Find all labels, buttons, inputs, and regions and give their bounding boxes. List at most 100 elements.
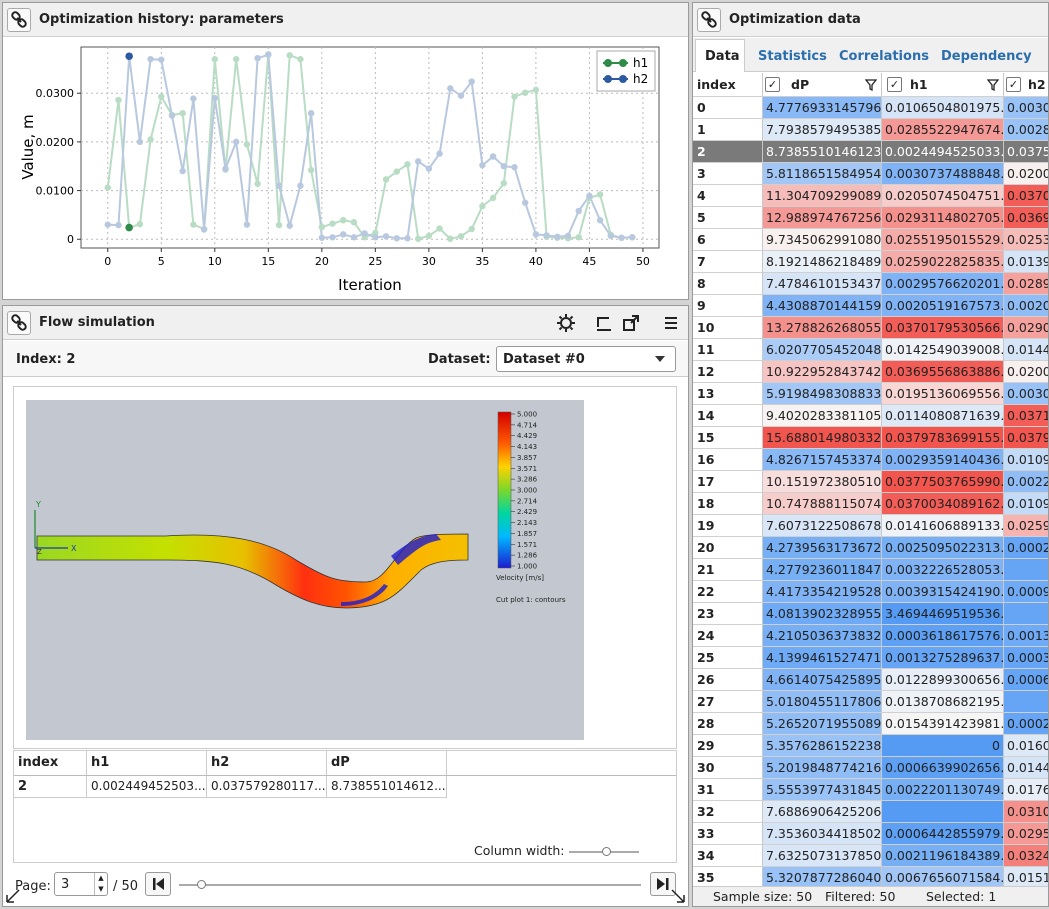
data-point-h1[interactable] [489,194,497,202]
grid-cell-dp[interactable]: 7.6886906425206... [763,801,882,823]
grid-cell-h1[interactable]: 0.0285522947674... [882,119,1004,141]
table-row[interactable]: 28 5.2652071955089... 0.0154391423981... 0.… [693,713,1048,735]
grid-cell-dp[interactable]: 10.922952843742... [763,361,882,383]
grid-cell-h2[interactable]: 0.03718 [1004,405,1048,427]
grid-cell-dp[interactable]: 5.0180455117806... [763,691,882,713]
grid-cell-i[interactable]: 2 [693,141,763,163]
grid-cell-i[interactable]: 12 [693,361,763,383]
grid-cell-i[interactable]: 9 [693,295,763,317]
table-row[interactable]: 17 10.151972380510... 0.0377503765990... 0.… [693,471,1048,493]
data-point-h2[interactable] [618,234,625,241]
grid-cell-h1[interactable]: 0.0370034089162... [882,493,1004,515]
grid-cell-i[interactable]: 1 [693,119,763,141]
table-header-dp[interactable]: dP [327,751,447,775]
data-point-h1[interactable] [340,217,347,224]
grid-cell-dp[interactable]: 5.2652071955089... [763,713,882,735]
grid-cell-h2[interactable]: 0.02909 [1004,317,1048,339]
grid-cell-i[interactable]: 13 [693,383,763,405]
data-point-h1[interactable] [414,235,422,242]
grid-cell-h2[interactable]: 0.01446 [1004,339,1048,361]
grid-cell-h1[interactable]: 0.0067656071584... [882,867,1004,888]
grid-cell-h1[interactable]: 0.0013275289637... [882,647,1004,669]
grid-cell-h2[interactable] [1004,559,1048,581]
grid-cell-dp[interactable]: 7.3536034418502... [763,823,882,845]
grid-cell-i[interactable]: 5 [693,207,763,229]
data-point-h1[interactable] [500,180,507,187]
data-point-h1[interactable] [190,221,197,228]
grid-cell-dp[interactable]: 4.7776933145796... [763,97,882,119]
data-point-h1[interactable] [211,55,218,63]
grid-cell-h2[interactable]: 0.02592 [1004,515,1048,537]
data-point-h2[interactable] [340,231,347,238]
link-button[interactable] [7,8,31,32]
grid-cell-h1[interactable]: 0.0205074504751... [882,185,1004,207]
grid-cell-h2[interactable]: 0.02538 [1004,229,1048,251]
grid-cell-dp[interactable]: 4.2779236011847... [763,559,882,581]
grid-cell-h1[interactable]: 0.0106504801975... [882,97,1004,119]
grid-cell-h2[interactable]: 0.03102 [1004,801,1048,823]
data-point-h2[interactable] [329,234,336,241]
grid-cell-dp[interactable]: 5.8118651584954... [763,163,882,185]
data-point-h2[interactable] [297,182,304,189]
grid-cell-i[interactable]: 33 [693,823,763,845]
data-point-h2[interactable] [275,182,283,189]
grid-cell-i[interactable]: 20 [693,537,763,559]
data-point-h2[interactable] [457,92,465,99]
table-row[interactable]: 35 5.3207877286040... 0.0067656071584... 0.… [693,867,1048,888]
table-header-index[interactable]: index [14,751,87,775]
data-point-h2[interactable] [233,138,240,146]
grid-cell-h1[interactable]: 0 [882,735,1004,757]
grid-cell-i[interactable]: 19 [693,515,763,537]
spin-down-button[interactable]: ▼ [94,884,107,895]
data-point-h2[interactable] [425,165,433,172]
grid-cell-h1[interactable]: 0.0138708682195... [882,691,1004,713]
table-row[interactable]: 31 5.5553977431845... 0.0022201130749... 0.… [693,779,1048,801]
table-row[interactable]: 2 0.002449452503... 0.037579280117... 8.… [14,776,676,798]
grid-cell-i[interactable]: 22 [693,581,763,603]
grid-cell-i[interactable]: 10 [693,317,763,339]
grid-cell-i[interactable]: 25 [693,647,763,669]
tab-statistics[interactable]: Statistics [758,49,827,64]
data-point-h2[interactable] [147,55,154,63]
grid-cell-h1[interactable]: 0.0379783699155... [882,427,1004,449]
table-row[interactable]: 327.6886906425206... 0.03102 [693,801,1048,823]
data-point-h2[interactable] [265,51,272,58]
grid-cell-i[interactable]: 32 [693,801,763,823]
data-point-h1[interactable] [436,225,443,232]
grid-header-index[interactable]: index [693,73,763,97]
grid-cell-h2[interactable]: 0.00035 [1004,647,1048,669]
data-point-h2[interactable] [211,94,218,102]
grid-cell-h1[interactable]: 0.0025095022313... [882,537,1004,559]
grid-cell-h2[interactable]: 0.00228 [1004,471,1048,493]
data-point-h2[interactable] [286,222,293,229]
data-point-h1[interactable] [243,141,251,148]
tab-correlations[interactable]: Correlations [839,49,929,64]
grid-cell-h2[interactable]: 0.01606 [1004,735,1048,757]
grid-cell-dp[interactable]: 9.40202833811054 [763,405,882,427]
grid-cell-h2[interactable]: 0.00064 [1004,669,1048,691]
grid-cell-h2[interactable]: 0.00132 [1004,625,1048,647]
data-point-h2[interactable] [372,234,379,241]
grid-cell-h2[interactable]: 0.00303 [1004,97,1048,119]
grid-cell-i[interactable]: 18 [693,493,763,515]
data-point-h1[interactable] [147,136,154,143]
grid-cell-h1[interactable]: 0.0255195015529... [882,229,1004,251]
data-point-h2[interactable] [104,221,111,228]
grid-cell-h1[interactable]: 0.0006639902656... [882,757,1004,779]
grid-cell-h2[interactable] [1004,691,1048,713]
data-point-h1[interactable] [297,55,304,63]
grid-header-h2[interactable]: ✓ h2 [1004,73,1048,97]
grid-cell-h2[interactable]: 0.01090 [1004,449,1048,471]
grid-cell-h2[interactable]: 0.00205 [1004,295,1048,317]
checkbox-h2[interactable]: ✓ [1006,77,1021,92]
undock-button[interactable] [594,313,616,333]
grid-cell-dp[interactable]: 4.1399461527471... [763,647,882,669]
link-button[interactable] [697,8,721,32]
grid-cell-i[interactable]: 8 [693,273,763,295]
table-row[interactable]: 15 15.688014980332... 0.0379783699155... 0.… [693,427,1048,449]
grid-cell-i[interactable]: 24 [693,625,763,647]
table-row[interactable]: 2 8.7385510146123... 0.0024494525033... 0.0… [693,141,1048,163]
data-point-h1[interactable] [393,168,400,175]
grid-cell-i[interactable]: 29 [693,735,763,757]
grid-cell-dp[interactable]: 10.747888115074... [763,493,882,515]
